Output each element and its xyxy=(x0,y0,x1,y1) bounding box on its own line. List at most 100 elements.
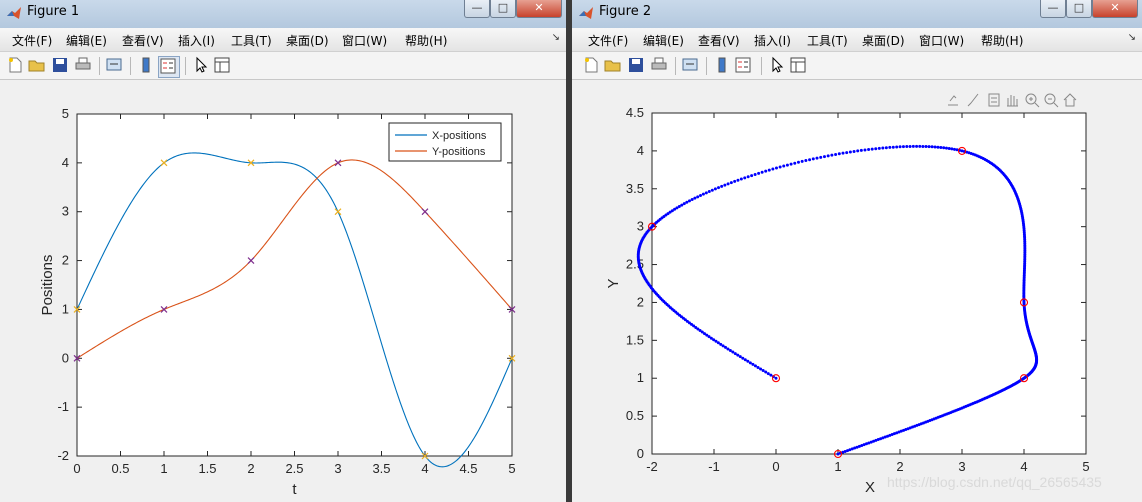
trajectory-point xyxy=(710,188,714,192)
plot-area xyxy=(76,113,513,457)
trajectory-point xyxy=(774,166,778,170)
toolbar-separator xyxy=(761,57,762,75)
trajectory-point xyxy=(852,149,856,153)
cursor-icon[interactable] xyxy=(192,56,212,76)
trajectory-point xyxy=(738,355,742,359)
title-bar[interactable]: Figure 2 — □ ✕ xyxy=(572,0,1142,28)
menu-file[interactable]: 文件(F) xyxy=(12,32,52,49)
y-tick-label: 0 xyxy=(62,350,69,365)
menu-edit[interactable]: 编辑(E) xyxy=(643,32,684,49)
maximize-button[interactable]: □ xyxy=(490,0,516,18)
trajectory-point xyxy=(771,167,775,171)
menu-desktop[interactable]: 桌面(D) xyxy=(286,32,329,49)
trajectory-point xyxy=(750,174,754,178)
y-tick-label: 4.5 xyxy=(626,105,644,120)
zoom-out-icon[interactable] xyxy=(1044,93,1059,108)
menu-tools[interactable]: 工具(T) xyxy=(231,32,272,49)
y-tick-label: 2 xyxy=(637,294,644,309)
open-folder-icon[interactable] xyxy=(604,56,624,76)
menu-tools[interactable]: 工具(T) xyxy=(807,32,848,49)
trajectory-point xyxy=(804,159,808,163)
trajectory-point xyxy=(751,362,755,366)
trajectory-point xyxy=(819,155,823,159)
property-inspector-icon[interactable] xyxy=(213,56,233,76)
print-icon[interactable] xyxy=(650,56,670,76)
trajectory-point xyxy=(947,146,951,150)
trajectory-point xyxy=(870,147,874,151)
y-axis-label: Positions xyxy=(39,255,56,316)
print-icon[interactable] xyxy=(74,56,94,76)
home-icon[interactable] xyxy=(1063,93,1077,107)
trajectory-point xyxy=(690,198,694,202)
menu-window[interactable]: 窗口(W) xyxy=(919,32,964,49)
legend-icon[interactable] xyxy=(734,56,754,76)
menu-insert[interactable]: 插入(I) xyxy=(754,32,791,49)
trajectory-point xyxy=(826,154,830,158)
trajectory-point xyxy=(841,151,845,155)
cursor-icon[interactable] xyxy=(768,56,788,76)
menu-view[interactable]: 查看(V) xyxy=(122,32,164,49)
x-tick-label: 2 xyxy=(247,461,254,476)
trajectory-point xyxy=(863,148,867,152)
figure-1-window[interactable]: Figure 1 — □ ✕ 文件(F) 编辑(E) 查看(V) 插入(I) 工… xyxy=(0,0,566,502)
open-folder-icon[interactable] xyxy=(28,56,48,76)
trajectory-point xyxy=(921,144,925,148)
trajectory-point xyxy=(796,160,800,164)
minimize-button[interactable]: — xyxy=(464,0,490,18)
legend[interactable]: X-positions Y-positions xyxy=(388,122,502,162)
figure-toolbar xyxy=(572,52,1142,80)
chart-1[interactable]: 0 0.5 1 1.5 2 2.5 3 3.5 4 4.5 5 -2 -1 0 1 2 3 4 5 t Position… xyxy=(0,80,566,502)
zoom-in-icon[interactable] xyxy=(1025,93,1040,108)
menu-overflow-icon[interactable]: ↘ xyxy=(1128,32,1136,43)
minimize-button[interactable]: — xyxy=(1040,0,1066,18)
menu-view[interactable]: 查看(V) xyxy=(698,32,740,49)
menu-help[interactable]: 帮助(H) xyxy=(405,32,447,49)
trajectory-point xyxy=(774,376,778,380)
property-inspector-icon[interactable] xyxy=(789,56,809,76)
maximize-button[interactable]: □ xyxy=(1066,0,1092,18)
datatip-icon[interactable] xyxy=(988,93,1000,107)
colorbar-icon[interactable] xyxy=(713,56,733,76)
trajectory-point xyxy=(891,145,895,149)
close-button[interactable]: ✕ xyxy=(1092,0,1138,18)
new-file-icon[interactable] xyxy=(6,56,26,76)
trajectory-point xyxy=(811,157,815,161)
trajectory-point xyxy=(815,156,819,160)
trajectory-point xyxy=(739,177,743,181)
new-file-icon[interactable] xyxy=(582,56,602,76)
export-icon[interactable] xyxy=(948,95,958,106)
menu-edit[interactable]: 编辑(E) xyxy=(66,32,107,49)
trajectory-point xyxy=(898,145,902,149)
close-button[interactable]: ✕ xyxy=(516,0,562,18)
pan-icon[interactable] xyxy=(1007,95,1018,107)
y-tick-label: 0.5 xyxy=(626,408,644,423)
trajectory-point xyxy=(877,146,881,150)
save-icon[interactable] xyxy=(627,56,647,76)
trajectory-point xyxy=(766,372,770,376)
legend-label: Y-positions xyxy=(432,146,486,158)
x-tick-label: -1 xyxy=(708,459,720,474)
chart-2[interactable]: -2 -1 0 1 2 3 4 500.511.522.533.544.5XY xyxy=(572,80,1142,502)
trajectory-point xyxy=(736,353,740,357)
window-title: Figure 1 xyxy=(27,4,80,19)
trajectory-point xyxy=(753,364,757,368)
x-tick-label: 4 xyxy=(1020,459,1027,474)
menu-desktop[interactable]: 桌面(D) xyxy=(862,32,905,49)
figure-2-window[interactable]: Figure 2 — □ ✕ 文件(F) 编辑(E) 查看(V) 插入(I) 工… xyxy=(572,0,1142,502)
menu-window[interactable]: 窗口(W) xyxy=(342,32,387,49)
colorbar-icon[interactable] xyxy=(137,56,157,76)
menu-file[interactable]: 文件(F) xyxy=(588,32,628,49)
trajectory-point xyxy=(733,179,737,183)
menu-insert[interactable]: 插入(I) xyxy=(178,32,215,49)
brush-icon[interactable] xyxy=(967,93,979,107)
link-icon[interactable] xyxy=(681,56,701,76)
title-bar[interactable]: Figure 1 — □ ✕ xyxy=(0,0,566,28)
menu-help[interactable]: 帮助(H) xyxy=(981,32,1023,49)
trajectory-point xyxy=(761,369,765,373)
link-icon[interactable] xyxy=(105,56,125,76)
y-tick-label: 0 xyxy=(637,446,644,461)
x-tick-label: 5 xyxy=(508,461,515,476)
menu-overflow-icon[interactable]: ↘ xyxy=(552,32,560,43)
legend-icon[interactable] xyxy=(158,56,180,78)
save-icon[interactable] xyxy=(51,56,71,76)
